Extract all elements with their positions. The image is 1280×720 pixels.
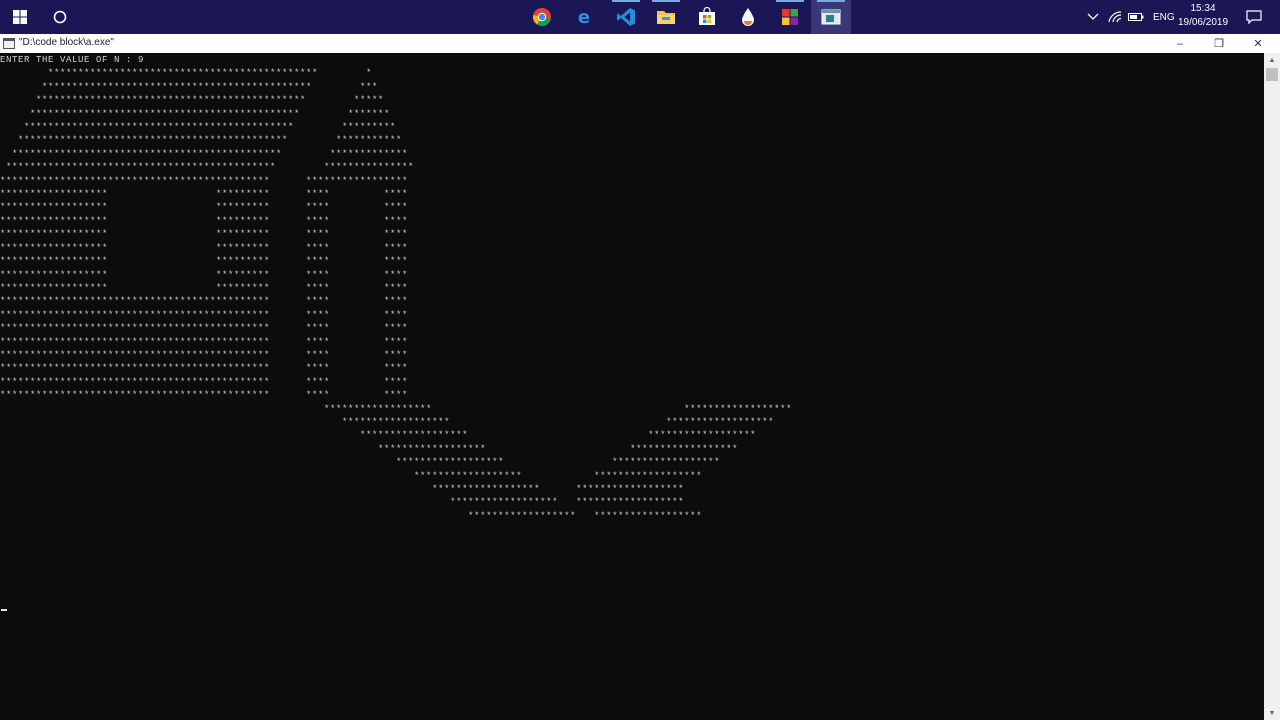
taskbar: e ENG 15:34 19/06/2019 <box>0 0 1280 34</box>
file-explorer-icon <box>657 11 675 24</box>
start-button[interactable] <box>0 0 40 34</box>
console-output-line: ****************** ****************** <box>0 510 703 521</box>
text-cursor <box>1 609 7 611</box>
console-output-line: ****************** ****************** <box>342 416 775 427</box>
store-icon <box>699 7 715 25</box>
console-app[interactable] <box>811 0 851 34</box>
battery-icon[interactable] <box>1128 12 1144 22</box>
scroll-up-button[interactable]: ▲ <box>1264 53 1280 67</box>
console-output-line: ****************************************… <box>0 376 409 387</box>
vertical-scrollbar[interactable]: ▲ ▼ <box>1264 53 1280 720</box>
vscode-app[interactable] <box>606 0 646 34</box>
console-output-line: ****************************************… <box>0 336 409 347</box>
console-output-line: ****************** ****************** <box>396 457 721 468</box>
console-output-line: ****************** ********* **** **** <box>0 229 409 240</box>
chrome-app[interactable] <box>522 0 562 34</box>
file-explorer-app[interactable] <box>646 0 686 34</box>
console-output-line: ****************************************… <box>24 122 397 133</box>
console-output-line: ****************************************… <box>12 148 409 159</box>
console-output-line: ****************************************… <box>0 175 409 186</box>
scroll-up-arrow-icon: ▲ <box>1268 56 1276 64</box>
drop-app-icon <box>742 8 754 26</box>
console-output-line: ****************************************… <box>6 162 415 173</box>
console-output-line: ****************** ********* **** **** <box>0 202 409 213</box>
store-app[interactable] <box>687 0 727 34</box>
system-tray: ENG <box>1086 0 1175 34</box>
console-output-line: ****************************************… <box>0 323 409 334</box>
cortana-search-button[interactable] <box>40 0 80 34</box>
console-output-line: ****************************************… <box>0 296 409 307</box>
codeblocks-app[interactable] <box>770 0 810 34</box>
console-output-area[interactable]: ENTER THE VALUE OF N : 9 ***************… <box>0 53 1264 720</box>
console-output-line: ****************************************… <box>36 95 385 106</box>
console-output-line: ****************************************… <box>0 363 409 374</box>
console-output-line: ****************************************… <box>0 390 409 401</box>
window-title: "D:\code block\a.exe" <box>19 37 114 48</box>
windows-logo-icon <box>13 10 27 24</box>
console-app-icon <box>821 9 841 25</box>
console-output: ****************************************… <box>0 68 792 520</box>
console-output-line: ****************************************… <box>30 108 391 119</box>
svg-text:e: e <box>578 7 590 27</box>
clock[interactable]: 15:34 19/06/2019 <box>1168 2 1238 30</box>
console-output-line: ****************** ********* **** **** <box>0 269 409 280</box>
edge-app[interactable]: e <box>564 0 604 34</box>
console-output-line: ****************************************… <box>42 81 379 92</box>
console-output-line: ****************** ****************** <box>450 497 685 508</box>
console-output-line: ****************************************… <box>18 135 403 146</box>
wifi-icon[interactable] <box>1108 11 1122 23</box>
maximize-button[interactable]: ❐ <box>1199 34 1239 53</box>
console-output-line: ****************** ********* **** **** <box>0 242 409 253</box>
restore-icon: ❐ <box>1214 38 1224 50</box>
console-output-line: ****************************************… <box>0 309 409 320</box>
drop-app[interactable] <box>728 0 768 34</box>
console-output-line: ****************************************… <box>0 349 409 360</box>
console-output-line: ****************** ********* **** **** <box>0 189 409 200</box>
console-output-line: ****************** ****************** <box>414 470 703 481</box>
vscode-icon <box>617 8 635 26</box>
console-output-line: ****************************************… <box>48 68 373 79</box>
console-output-line: ****************** ********* **** **** <box>0 256 409 267</box>
clock-date: 19/06/2019 <box>1177 17 1229 28</box>
console-text: ENTER THE VALUE OF N : 9 ***************… <box>0 54 792 523</box>
console-output-line: ****************** ********* **** **** <box>0 282 409 293</box>
clock-time: 15:34 <box>1190 3 1216 14</box>
action-center-button[interactable] <box>1234 0 1274 34</box>
close-button[interactable]: ✕ <box>1238 34 1278 53</box>
cortana-circle-icon <box>53 10 67 24</box>
codeblocks-icon <box>782 9 798 25</box>
edge-icon: e <box>578 7 590 27</box>
console-output-line: ****************** ********* **** **** <box>0 215 409 226</box>
console-output-line: ****************** ****************** <box>324 403 793 414</box>
console-window-icon <box>3 38 15 49</box>
console-output-line: ****************** ****************** <box>360 430 757 441</box>
scroll-down-button[interactable]: ▼ <box>1264 706 1280 720</box>
minimize-button[interactable]: – <box>1160 34 1200 53</box>
close-icon: ✕ <box>1253 38 1263 50</box>
console-output-line: ****************** ****************** <box>432 484 685 494</box>
console-prompt: ENTER THE VALUE OF N : 9 <box>0 55 145 65</box>
scroll-thumb[interactable] <box>1266 68 1278 81</box>
console-output-line: ****************** ****************** <box>378 443 739 454</box>
window-titlebar[interactable]: "D:\code block\a.exe" – ❐ ✕ <box>0 34 1280 54</box>
minimize-icon: – <box>1176 37 1184 50</box>
notification-icon <box>1246 10 1262 24</box>
scroll-down-arrow-icon: ▼ <box>1268 709 1276 717</box>
chrome-icon <box>532 8 551 27</box>
chevron-up-icon[interactable] <box>1086 12 1100 22</box>
